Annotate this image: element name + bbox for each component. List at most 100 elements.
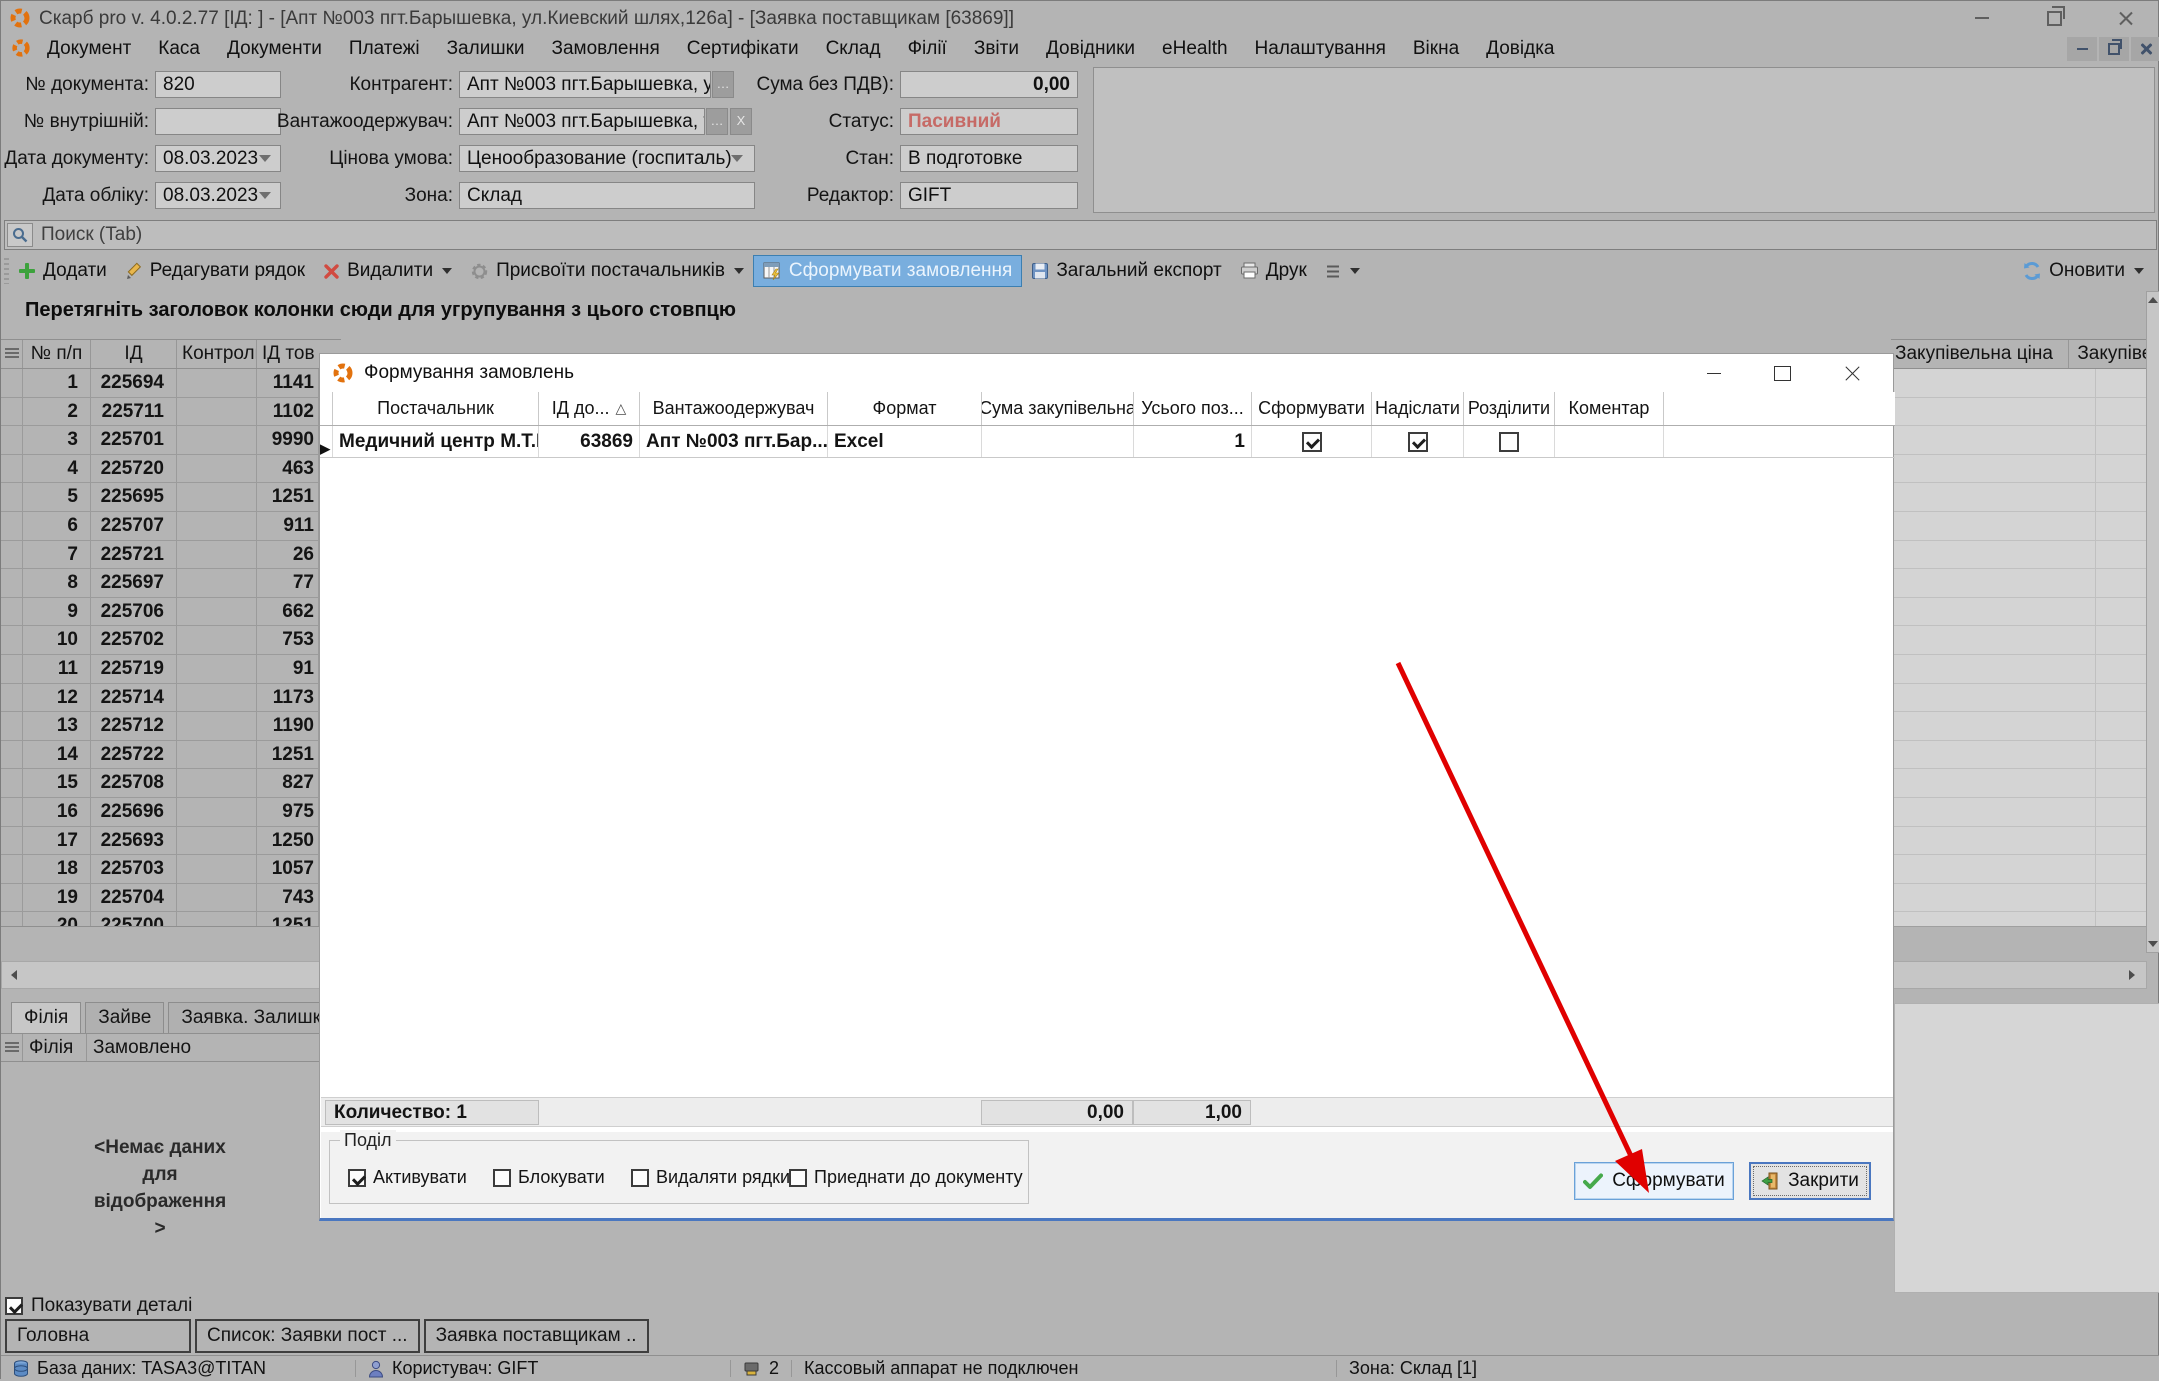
table-row-right[interactable] — [1891, 569, 2159, 598]
table-row-right[interactable] — [1891, 626, 2159, 655]
send-checkbox[interactable] — [1408, 432, 1428, 452]
form-order-button[interactable]: Сформувати замовлення — [753, 255, 1022, 287]
table-row[interactable]: 2 225711 1102 — [1, 398, 341, 427]
scroll-down-button[interactable] — [2147, 936, 2159, 952]
menu-item[interactable]: Замовлення — [552, 38, 660, 60]
scroll-left-button[interactable] — [4, 965, 24, 985]
table-row-right[interactable] — [1891, 455, 2159, 484]
search-button[interactable] — [7, 223, 33, 247]
table-row-right[interactable] — [1891, 369, 2159, 398]
column-header-ordered[interactable]: Замовлено — [87, 1034, 315, 1061]
table-row[interactable]: 14 225722 1251 — [1, 741, 341, 770]
menu-item[interactable]: Документи — [227, 38, 322, 60]
table-row-right[interactable] — [1891, 884, 2159, 913]
tab-holovna[interactable]: Головна — [5, 1319, 191, 1353]
refresh-button[interactable]: Оновити — [2022, 253, 2144, 289]
table-row[interactable]: 6 225707 911 — [1, 512, 341, 541]
mdi-restore-button[interactable] — [2099, 37, 2129, 61]
table-row-right[interactable] — [1891, 512, 2159, 541]
print-button[interactable]: Друк — [1231, 256, 1316, 286]
activate-checkbox[interactable] — [348, 1169, 366, 1187]
table-row-right[interactable] — [1891, 741, 2159, 770]
table-row[interactable]: 7 225721 26 — [1, 541, 341, 570]
menu-item[interactable]: Платежі — [349, 38, 420, 60]
attach-checkbox[interactable] — [789, 1169, 807, 1187]
dialog-grid-row[interactable]: Медичний центр М.Т.К. 63869 Апт №003 пгт… — [320, 426, 1895, 458]
column-header-supplier[interactable]: Постачальник — [333, 392, 539, 425]
split-checkbox[interactable] — [1499, 432, 1519, 452]
form-checkbox[interactable] — [1302, 432, 1322, 452]
menu-item[interactable]: eHealth — [1162, 38, 1228, 60]
table-row[interactable]: 17 225693 1250 — [1, 827, 341, 856]
menu-item[interactable]: Вікна — [1413, 38, 1459, 60]
table-row[interactable]: 16 225696 975 — [1, 798, 341, 827]
filia-grid-corner[interactable] — [1, 1034, 23, 1061]
column-header-id[interactable]: ІД — [91, 340, 177, 368]
group-by-bar[interactable]: Перетягніть заголовок колонки сюди для у… — [1, 289, 2159, 337]
column-header-format[interactable]: Формат — [828, 392, 982, 425]
column-header-send[interactable]: Надіслати — [1372, 392, 1464, 425]
table-row[interactable]: 15 225708 827 — [1, 769, 341, 798]
mdi-minimize-button[interactable] — [2067, 37, 2097, 61]
column-header-iddoc[interactable]: ІД до... △ — [539, 392, 640, 425]
table-row-right[interactable] — [1891, 483, 2159, 512]
assign-suppliers-dropdown-icon[interactable] — [734, 268, 744, 274]
table-row-right[interactable] — [1891, 855, 2159, 884]
refresh-dropdown-icon[interactable] — [2134, 268, 2144, 274]
show-details-checkbox[interactable] — [5, 1297, 23, 1315]
table-row[interactable]: 3 225701 9990 — [1, 426, 341, 455]
table-row[interactable]: 11 225719 91 — [1, 655, 341, 684]
tab-zayavka-postachalnykam[interactable]: Заявка поставщикам .. — [424, 1319, 649, 1353]
table-row[interactable]: 18 225703 1057 — [1, 855, 341, 884]
column-header-split[interactable]: Розділити — [1464, 392, 1555, 425]
table-row-right[interactable] — [1891, 398, 2159, 427]
menu-item[interactable]: Налаштування — [1255, 38, 1386, 60]
grid-corner-button[interactable] — [1, 340, 23, 368]
table-row[interactable]: 13 225712 1190 — [1, 712, 341, 741]
menu-item[interactable]: Довідка — [1486, 38, 1554, 60]
menu-item[interactable]: Залишки — [447, 38, 525, 60]
menu-item[interactable]: Звіти — [974, 38, 1019, 60]
table-row[interactable]: 19 225704 743 — [1, 884, 341, 913]
table-row[interactable]: 12 225714 1173 — [1, 684, 341, 713]
column-header-npp[interactable]: № п/п — [23, 340, 91, 368]
table-row[interactable]: 1 225694 1141 — [1, 369, 341, 398]
tab-zaive[interactable]: Зайве — [85, 1002, 164, 1033]
column-header-filia[interactable]: Філія — [23, 1034, 87, 1061]
edit-row-button[interactable]: Редагувати рядок — [116, 256, 314, 286]
export-button[interactable]: Загальний експорт — [1022, 256, 1230, 286]
table-row-right[interactable] — [1891, 684, 2159, 713]
mdi-close-button[interactable] — [2131, 37, 2159, 61]
table-row-right[interactable] — [1891, 426, 2159, 455]
minimize-button[interactable] — [1959, 5, 2005, 31]
table-row-right[interactable] — [1891, 769, 2159, 798]
tab-spysok-zayavky[interactable]: Список: Заявки пост ... — [195, 1319, 420, 1353]
dialog-title-bar[interactable]: Формування замовлень — [320, 354, 1893, 392]
block-checkbox[interactable] — [493, 1169, 511, 1187]
add-button[interactable]: Додати — [9, 256, 116, 286]
table-row-right[interactable] — [1891, 541, 2159, 570]
table-row[interactable]: 10 225702 753 — [1, 626, 341, 655]
list-options-dropdown-icon[interactable] — [1350, 268, 1360, 274]
tab-filia[interactable]: Філія — [11, 1002, 81, 1033]
menu-item[interactable]: Довідники — [1046, 38, 1135, 60]
search-bar[interactable]: Поиск (Tab) — [4, 220, 2157, 250]
menu-item[interactable]: Каса — [158, 38, 200, 60]
scroll-up-button[interactable] — [2147, 292, 2159, 308]
delete-dropdown-icon[interactable] — [442, 268, 452, 274]
close-dialog-button[interactable]: Закрити — [1749, 1162, 1871, 1200]
column-header-consignee[interactable]: Вантажоодержувач — [640, 392, 828, 425]
table-row[interactable]: 8 225697 77 — [1, 569, 341, 598]
menu-item[interactable]: Сертифікати — [687, 38, 799, 60]
consignee-field[interactable]: Апт №003 пгт.Барышевка, ул.К — [459, 108, 705, 135]
menu-item[interactable]: Документ — [47, 38, 131, 60]
table-row[interactable]: 9 225706 662 — [1, 598, 341, 627]
table-row[interactable]: 5 225695 1251 — [1, 483, 341, 512]
column-header-form[interactable]: Сформувати — [1252, 392, 1372, 425]
column-header-control[interactable]: Контроль — [177, 340, 257, 368]
table-row[interactable]: 20 225700 1251 — [1, 912, 341, 927]
table-row-right[interactable] — [1891, 798, 2159, 827]
table-row-right[interactable] — [1891, 912, 2159, 927]
vertical-scrollbar[interactable] — [2146, 291, 2159, 953]
table-row-right[interactable] — [1891, 598, 2159, 627]
